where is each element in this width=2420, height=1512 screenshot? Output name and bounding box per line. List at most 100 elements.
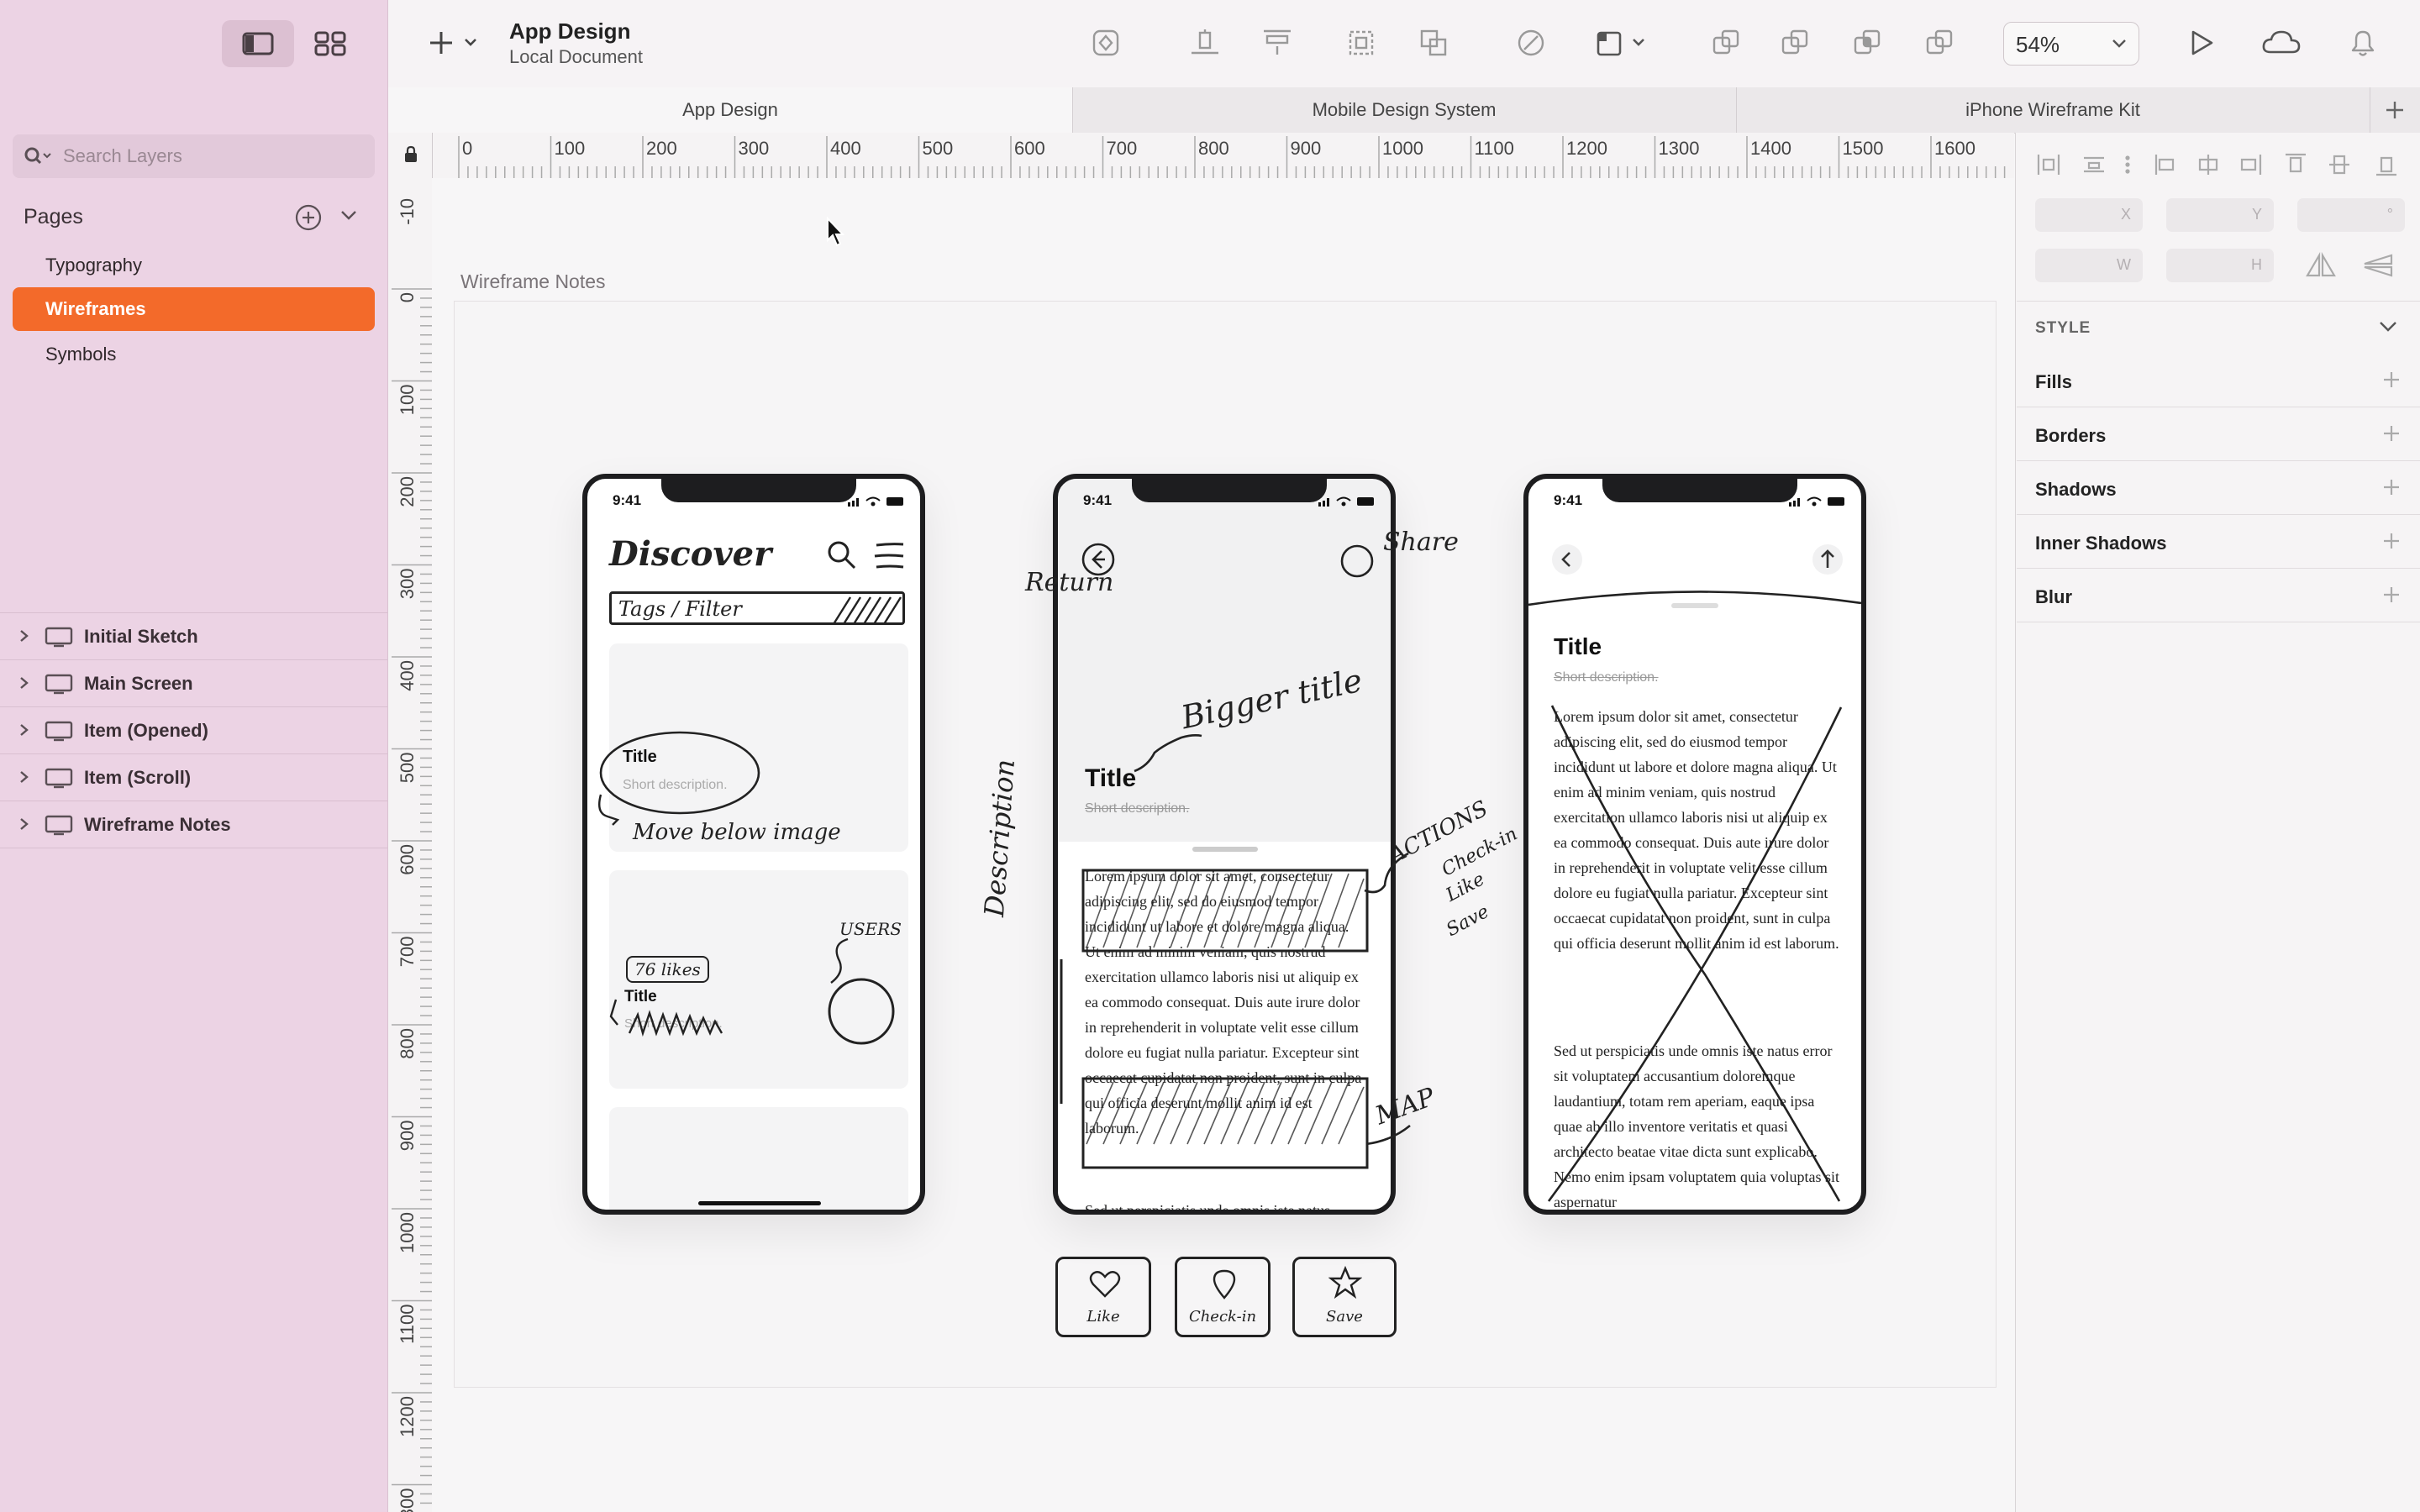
add-border-icon[interactable]	[2381, 423, 2402, 444]
x-position-field[interactable]: X	[2035, 198, 2143, 232]
search-icon[interactable]	[826, 539, 858, 571]
home-indicator	[698, 1201, 821, 1205]
ruler-label: 800	[1198, 138, 1229, 159]
search-layers-field[interactable]: Search Layers	[13, 134, 375, 178]
layer-row-main-screen[interactable]: Main Screen	[0, 660, 387, 707]
share-icon[interactable]	[1339, 543, 1376, 580]
blur-section[interactable]: Blur	[2017, 570, 2420, 622]
bell-icon[interactable]	[2348, 27, 2378, 59]
field-label: H	[2251, 256, 2262, 273]
disclosure-arrow-icon[interactable]	[18, 675, 30, 690]
ruler-label: 900	[397, 1121, 418, 1152]
checkin-action-button[interactable]: Check-in	[1175, 1257, 1270, 1337]
layer-row-item-opened[interactable]: Item (Opened)	[0, 707, 387, 754]
page-item-typography[interactable]: Typography	[13, 244, 375, 287]
section-title: Fills	[2035, 371, 2073, 392]
union-icon[interactable]	[1711, 28, 1741, 58]
width-field[interactable]: W	[2035, 249, 2143, 282]
item-description: Short description.	[1554, 670, 1659, 685]
location-pin-icon	[1213, 1269, 1236, 1299]
ruler-label: 1000	[1382, 138, 1423, 159]
disclosure-arrow-icon[interactable]	[18, 816, 30, 832]
single-view-toggle[interactable]	[222, 20, 294, 67]
cloud-icon[interactable]	[2260, 29, 2302, 57]
layer-row-item-scroll[interactable]: Item (Scroll)	[0, 754, 387, 801]
item-title: Title	[1554, 633, 1602, 659]
tags-filter-sketch[interactable]: Tags / Filter	[609, 591, 905, 625]
preview-play-icon[interactable]	[2188, 29, 2215, 57]
users-avatar-sketch	[828, 937, 895, 1045]
subtract-icon[interactable]	[1780, 28, 1810, 58]
fills-section[interactable]: Fills	[2017, 354, 2420, 407]
field-label: W	[2117, 256, 2131, 273]
flip-vertical-icon[interactable]	[2361, 252, 2395, 279]
layer-row-wireframe-notes[interactable]: Wireframe Notes	[0, 801, 387, 848]
ungroup-icon[interactable]	[1418, 28, 1449, 58]
document-subtitle: Local Document	[509, 46, 643, 67]
heart-icon	[1089, 1271, 1121, 1298]
phone-item-scroll[interactable]: 9:41 Title Short description. Lorem ipsu…	[1523, 474, 1866, 1215]
add-shadow-icon[interactable]	[2381, 477, 2402, 497]
page-item-wireframes[interactable]: Wireframes	[13, 287, 375, 331]
zoom-select[interactable]: 54%	[2003, 22, 2139, 66]
share-arrow-icon[interactable]	[1811, 543, 1844, 576]
page-label: Wireframes	[45, 298, 146, 319]
height-field[interactable]: H	[2166, 249, 2274, 282]
add-blur-icon[interactable]	[2381, 585, 2402, 605]
ruler-label: 1200	[397, 1396, 418, 1437]
layer-label: Initial Sketch	[84, 626, 198, 647]
shadows-section[interactable]: Shadows	[2017, 462, 2420, 515]
resize-icon[interactable]	[1595, 28, 1650, 58]
difference-icon[interactable]	[1924, 28, 1954, 58]
back-chevron-icon[interactable]	[1550, 543, 1584, 576]
phone-discover[interactable]: 9:41 Discover Tags / Filter Title Short …	[582, 474, 925, 1215]
add-inner-shadow-icon[interactable]	[2381, 531, 2402, 551]
style-chevron-icon[interactable]	[2378, 319, 2398, 334]
ruler-label: -10	[397, 198, 418, 225]
inner-shadows-section[interactable]: Inner Shadows	[2017, 516, 2420, 569]
borders-section[interactable]: Borders	[2017, 408, 2420, 461]
tab-mobile-design-system[interactable]: Mobile Design System	[1072, 87, 1737, 133]
intersect-icon[interactable]	[1852, 28, 1882, 58]
disclosure-arrow-icon[interactable]	[18, 628, 30, 643]
horizontal-ruler[interactable]: 0 100 200 300 400 500 600 700 800 900 1000 1100 1200…	[388, 133, 2014, 179]
add-fill-icon[interactable]	[2381, 370, 2402, 390]
map-arrow	[1365, 1124, 1411, 1146]
section-title: Shadows	[2035, 479, 2117, 500]
insert-icon[interactable]	[427, 29, 479, 57]
tab-iphone-wireframe-kit[interactable]: iPhone Wireframe Kit	[1736, 87, 2370, 133]
add-page-icon[interactable]	[294, 203, 323, 232]
layer-label: Wireframe Notes	[84, 814, 231, 835]
document-title: App Design	[509, 18, 631, 44]
new-tab-button[interactable]	[2370, 87, 2420, 133]
align-bottom-icon[interactable]	[1188, 28, 1222, 58]
collapse-pages-chevron-icon[interactable]	[339, 208, 358, 222]
alignment-toolbar[interactable]	[2033, 150, 2403, 180]
grid-view-toggle[interactable]	[294, 20, 366, 67]
disclosure-arrow-icon[interactable]	[18, 769, 30, 785]
ruler-label: 700	[1107, 138, 1138, 159]
status-time: 9:41	[1554, 492, 1583, 508]
card-3[interactable]	[609, 1107, 908, 1210]
tab-app-design[interactable]: App Design	[388, 87, 1073, 133]
y-position-field[interactable]: Y	[2166, 198, 2274, 232]
artboard-title[interactable]: Wireframe Notes	[460, 270, 606, 293]
hamburger-menu-icon[interactable]	[871, 541, 907, 571]
disclosure-arrow-icon[interactable]	[18, 722, 30, 738]
distribute-icon[interactable]	[1260, 28, 1294, 58]
ruler-label: 300	[397, 569, 418, 600]
save-action-button[interactable]: Save	[1292, 1257, 1397, 1337]
hatch-boxes	[1081, 869, 1369, 1169]
symbol-icon[interactable]	[1091, 28, 1121, 58]
edit-path-icon[interactable]	[1516, 28, 1546, 58]
ruler-label: 1500	[1843, 138, 1884, 159]
page-item-symbols[interactable]: Symbols	[13, 333, 375, 376]
lock-guides-icon[interactable]	[403, 144, 418, 165]
vertical-ruler[interactable]: -10 0 100 200 300 400 500 600 700 800 900 1000 1100 1…	[388, 133, 433, 1512]
group-icon[interactable]	[1346, 28, 1376, 58]
single-window-icon	[242, 32, 274, 55]
rotation-field[interactable]: °	[2297, 198, 2405, 232]
like-action-button[interactable]: Like	[1055, 1257, 1151, 1337]
flip-horizontal-icon[interactable]	[2304, 252, 2338, 279]
layer-row-initial-sketch[interactable]: Initial Sketch	[0, 613, 387, 660]
